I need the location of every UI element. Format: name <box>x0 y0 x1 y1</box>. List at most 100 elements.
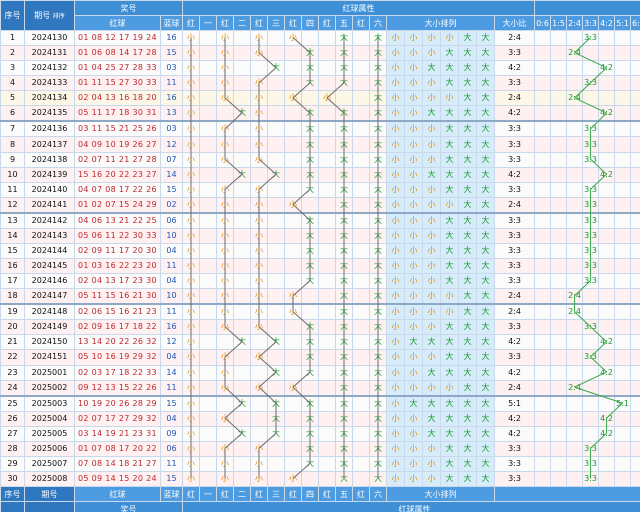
pos-cell: 大 <box>267 425 285 442</box>
trend-cell <box>614 181 632 198</box>
sort-button[interactable]: 排序 <box>53 13 65 20</box>
pos-cell <box>318 120 336 138</box>
trend-cell <box>630 151 640 168</box>
small-mark: 小 <box>221 93 229 103</box>
pos-cell: 小 <box>182 60 200 77</box>
pos-cell: 小 <box>250 319 268 336</box>
size-order-cell: 小 <box>404 166 423 183</box>
trend-cell <box>550 379 568 397</box>
row-red-numbers: 01 02 07 15 24 29 <box>74 196 161 214</box>
trend-cell: 3:3 <box>582 440 600 457</box>
pos-cell: 大 <box>369 440 387 457</box>
big-mark: 大 <box>463 367 472 377</box>
big-mark: 大 <box>374 413 382 423</box>
small-mark: 小 <box>391 154 400 164</box>
small-mark: 小 <box>187 78 195 88</box>
pos-cell: 小 <box>182 394 200 412</box>
small-mark: 小 <box>187 413 195 423</box>
table-row: 29 2025007 07 08 14 18 21 27 11 小小小大大大小小小大大大… <box>0 455 640 472</box>
trend-cell <box>550 440 568 457</box>
trend-cell: 4:2 <box>598 166 616 183</box>
big-mark: 大 <box>374 215 382 225</box>
row-blue-number: 15 <box>160 181 183 198</box>
row-red-numbers: 07 08 14 18 21 27 <box>74 455 161 472</box>
small-mark: 小 <box>427 443 436 453</box>
small-mark: 小 <box>409 352 418 362</box>
size-order-cell: 大 <box>440 349 459 366</box>
big-mark: 大 <box>374 307 382 317</box>
size-order-cell: 大 <box>440 166 459 183</box>
pos-cell <box>199 196 217 214</box>
pos-cell <box>352 120 370 138</box>
row-seq: 21 <box>0 334 25 351</box>
row-period: 2024151 <box>24 349 75 366</box>
pos-cell: 大 <box>233 105 251 122</box>
pos-cell: 小 <box>182 196 200 214</box>
pos-cell: 大 <box>369 136 387 153</box>
big-mark: 大 <box>481 398 490 408</box>
small-mark: 小 <box>255 382 263 392</box>
pos-cell: 大 <box>335 211 353 229</box>
big-mark: 大 <box>463 78 472 88</box>
small-mark: 小 <box>409 245 418 255</box>
trend-cell <box>550 29 568 47</box>
pos-cell <box>233 90 251 107</box>
pos-cell: 小 <box>182 334 200 351</box>
trend-cell: 3:3 <box>582 211 600 229</box>
size-order-cell: 小 <box>386 394 405 412</box>
size-order-cell: 小 <box>422 120 441 138</box>
pos-cell <box>318 334 336 351</box>
small-mark: 小 <box>323 93 331 103</box>
small-mark: 小 <box>221 63 229 73</box>
big-mark: 大 <box>340 139 348 149</box>
row-seq: 13 <box>0 211 25 229</box>
pos-cell: 小 <box>216 258 234 275</box>
pos-cell <box>284 273 302 290</box>
subheader-pos-label: 四 <box>301 15 319 31</box>
pos-cell <box>199 60 217 77</box>
period-header[interactable]: 期号 排序 <box>24 0 75 31</box>
pos-cell <box>352 227 370 244</box>
pos-cell: 小 <box>182 319 200 336</box>
size-order-cell: 大 <box>440 410 459 427</box>
size-order-cell: 大 <box>476 151 495 168</box>
pos-cell <box>318 166 336 183</box>
size-order-cell: 大 <box>476 440 495 457</box>
trend-cell <box>630 273 640 290</box>
pos-cell <box>250 60 268 77</box>
big-mark: 大 <box>374 382 382 392</box>
subfooter-blue-ball: 蓝球 <box>160 486 183 503</box>
row-period: 2024145 <box>24 258 75 275</box>
trend-cell <box>534 181 552 198</box>
pos-cell <box>199 105 217 122</box>
trend-cell <box>566 258 584 275</box>
row-red-numbers: 02 07 17 27 29 32 <box>74 410 161 427</box>
small-mark: 小 <box>221 367 229 377</box>
trend-cell <box>550 105 568 122</box>
size-order-cell: 小 <box>440 196 459 214</box>
small-mark: 小 <box>391 63 400 73</box>
trend-cell <box>598 394 616 412</box>
row-red-numbers: 15 16 20 22 23 27 <box>74 166 161 183</box>
pos-cell <box>352 105 370 122</box>
row-red-numbers: 02 04 13 17 23 30 <box>74 273 161 290</box>
row-ratio: 3:3 <box>493 258 536 275</box>
trend-cell <box>566 120 584 138</box>
subheader-size-order: 大小排列 <box>386 15 495 31</box>
trend-cell <box>550 364 568 381</box>
pos-cell: 大 <box>335 319 353 336</box>
small-mark: 小 <box>289 291 297 301</box>
trend-cell <box>566 349 584 366</box>
trend-mark: 3:3 <box>584 139 597 149</box>
small-mark: 小 <box>255 33 263 43</box>
trend-cell <box>566 364 584 381</box>
pos-cell: 大 <box>335 349 353 366</box>
size-order-cell: 大 <box>458 151 477 168</box>
small-mark: 小 <box>187 352 195 362</box>
size-order-cell: 大 <box>422 166 441 183</box>
small-mark: 小 <box>391 245 400 255</box>
pos-cell <box>352 319 370 336</box>
row-ratio: 3:3 <box>493 440 536 457</box>
size-order-cell: 小 <box>404 227 423 244</box>
trend-cell: 3:3 <box>582 196 600 214</box>
